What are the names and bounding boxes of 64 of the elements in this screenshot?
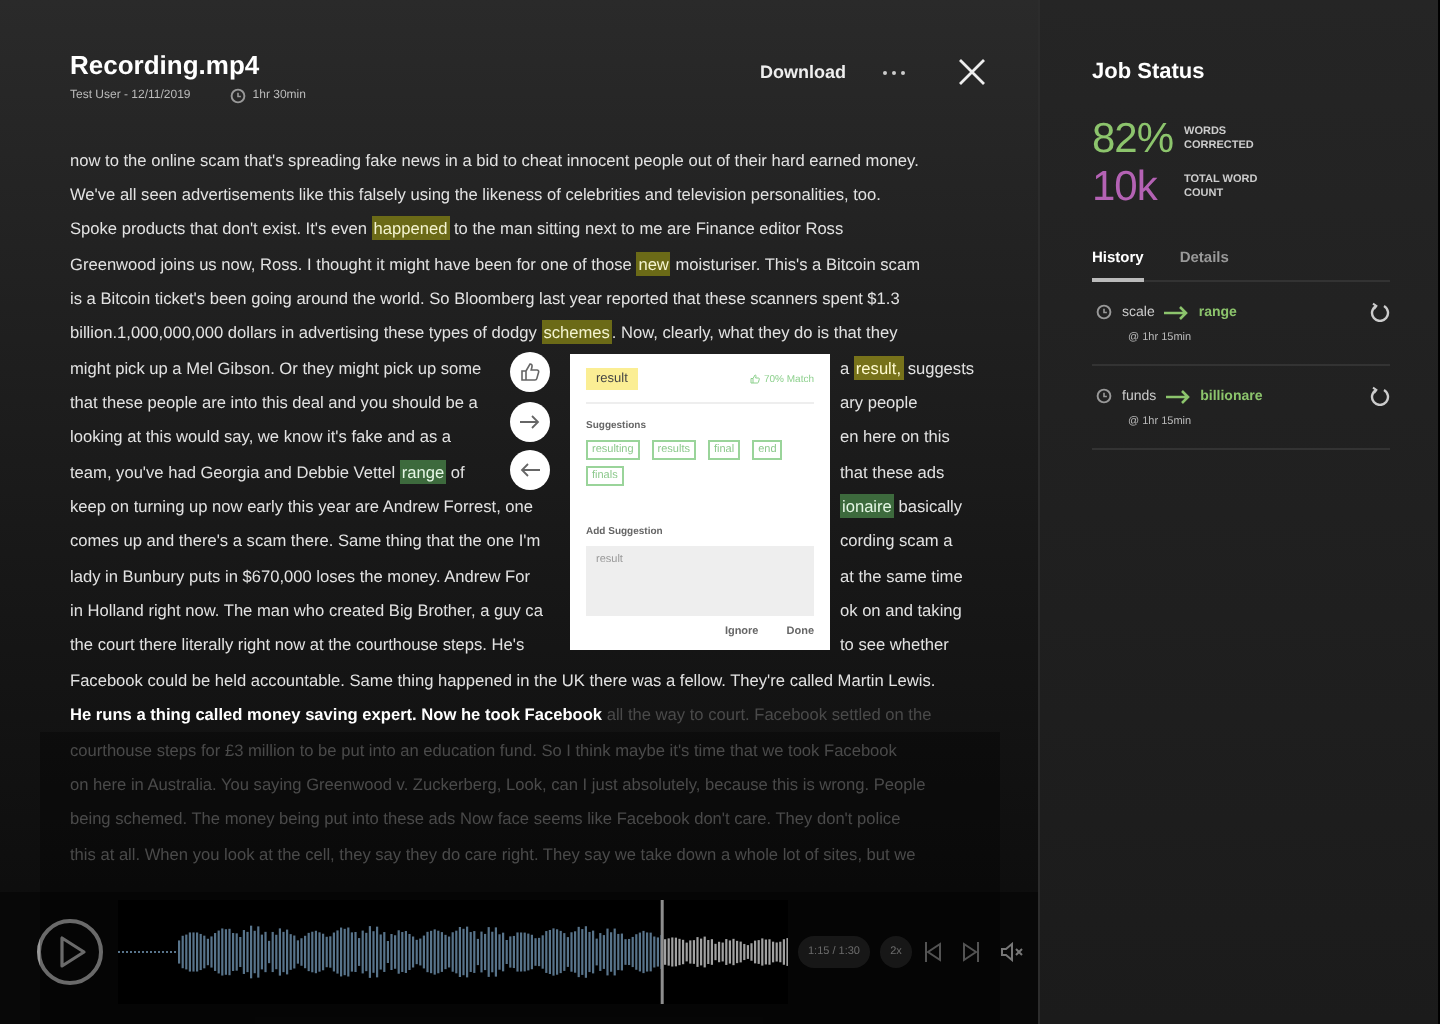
transcript-text: ok on and taking [840,600,962,621]
transcript-text: comes up and there's a scam there. Same thing that the one I'm [70,530,541,551]
waveform[interactable] [118,900,788,1004]
clock-icon [230,88,247,104]
transcript-text: being schemed. The money being put into these ads Now face seems like Facebook don't care. They don't police [70,808,901,829]
transcript-text: to see whether [840,634,949,655]
transcript-text: on here in Australia. You saying Greenwood v. Zuckerberg, Look, can I just absolutely, because this is wrong. People [70,773,926,794]
transcript-text: Facebook could be held accountable. Same thing happened in the UK there was a fellow. They're called Martin Lewis. [70,669,936,690]
transcript-text: keep on turning up now early this year are Andrew Forrest, one [70,496,534,517]
transcript-text: billion.1,000,000,000 dollars in advertising these types of dodgy [70,322,539,343]
transcript-text: Greenwood joins us now, Ross. I thought it might have been for one of those [70,253,634,274]
transcript-text: We've all seen advertisements like this falsely using the likeness of celebrities and television personalities, too. [70,184,881,205]
transcript-text: en here on this [840,426,950,447]
stat-value: 82% [1092,116,1168,164]
arrow-right-icon [1164,305,1189,319]
transcript-text: might pick up a Mel Gibson. Or they might pick up some [70,357,482,378]
thumbs-up-icon[interactable] [510,352,550,392]
close-icon[interactable] [958,58,986,86]
transcript-text: a [840,357,852,378]
arrow-right-icon [1166,389,1191,403]
file-title: Recording.mp4 [70,50,262,80]
download-button[interactable]: Download [760,62,846,82]
transcript-text: now to the online scam that's spreading fake news in a bid to cheat innocent people out of their hard earned money. [70,149,919,170]
transcript-text: of [448,461,465,482]
transcript-text: basically [896,496,963,517]
transcript-text: this at all. When you look at the cell, they say they do care right. They say we take down a whole lot of sites, but we [70,843,916,864]
highlighted-word[interactable]: ionaire [840,494,894,519]
transcript-text: Spoke products that don't exist. It's even [70,218,369,239]
highlighted-word[interactable]: result, [853,355,904,380]
arrow-right-icon[interactable] [510,402,550,442]
more-icon[interactable] [882,70,906,76]
arrow-left-icon[interactable] [510,450,550,490]
transcript-text: the court there literally right now at the courthouse steps. He's [70,634,525,655]
play-icon[interactable] [36,918,104,986]
history-icon [1096,304,1112,320]
transcript-text: ary people [840,392,918,413]
transcript-text: at the same time [840,565,963,586]
transcript-text: team, you've had Georgia and Debbie Vettel [70,461,398,482]
transcript-text: cording scam a [840,530,953,551]
transcript-text: that these people are into this deal and you should be a [70,392,478,413]
transcript-text: is a Bitcoin ticket's been going around the world. So Bloomberg last year reported that these scanners spent $1.3 [70,288,900,309]
highlighted-word[interactable]: schemes [541,320,612,345]
highlighted-word[interactable]: range [399,459,447,484]
transcript-text: moisturiser. This's a Bitcoin scam [673,253,920,274]
transcript-text: to the man sitting next to me are Finance editor Ross [451,218,844,239]
undo-icon[interactable] [1370,386,1390,406]
skip-forward-icon[interactable] [962,942,980,962]
transcript-text: suggests [905,357,975,378]
thumbs-up-icon [749,374,760,384]
transcript-text: that these ads [840,461,945,482]
stat-value: 10k [1092,164,1160,212]
transcript-text: courthouse steps for £3 million to be put into an education fund. So I think maybe it's time that we took Facebook [70,739,897,760]
highlighted-word[interactable]: happened [371,216,450,241]
transcript-text: . Now, clearly, what they do is that they [611,322,898,343]
undo-icon[interactable] [1370,302,1390,322]
skip-back-icon[interactable] [924,942,942,962]
mute-icon[interactable] [1000,942,1024,962]
transcript-text: lady in Bunbury puts in $670,000 loses the money. Andrew For [70,565,530,586]
highlighted-word[interactable]: new [636,251,671,276]
transcript-text: He runs a thing called money saving expert. Now he took Facebook [70,704,603,725]
transcript-text: in Holland right now. The man who created Big Brother, a guy ca [70,600,543,621]
transcript-text: looking at this would say, we know it's fake and as a [70,426,452,447]
history-icon [1096,388,1112,404]
panel-title: Job Status [1092,60,1207,84]
